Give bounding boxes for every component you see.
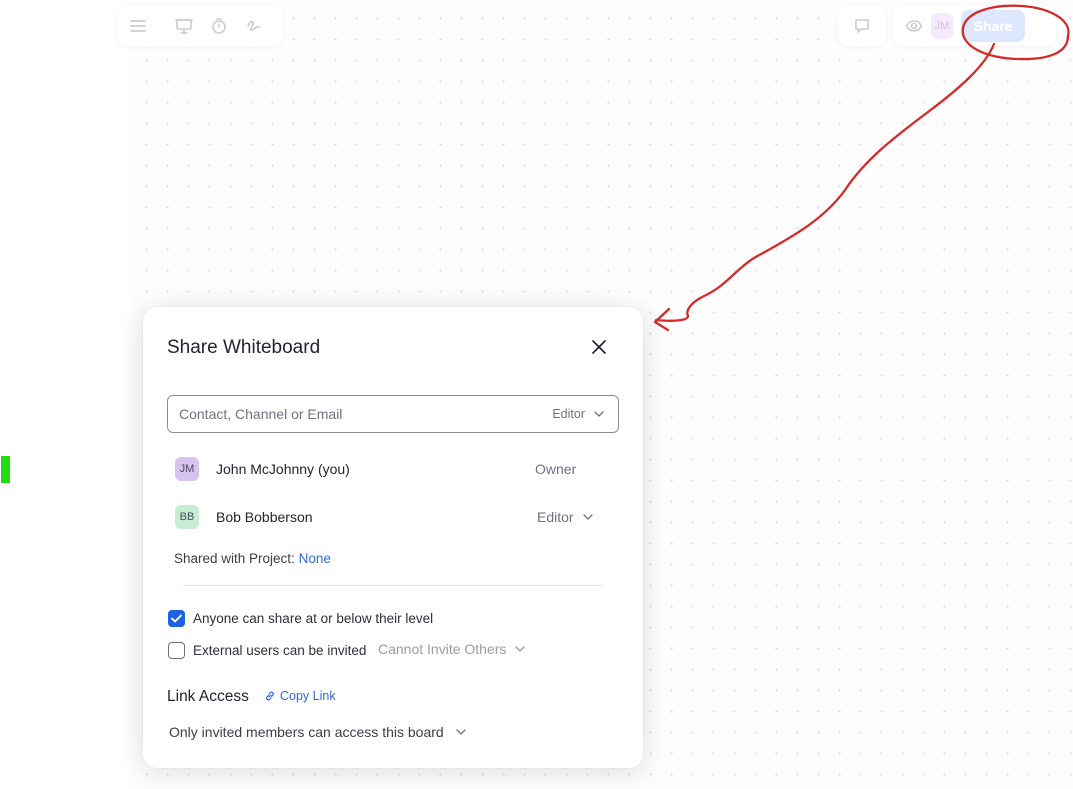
green-marker bbox=[1, 456, 10, 483]
member-role-label: Owner bbox=[535, 461, 577, 477]
timer-icon[interactable] bbox=[208, 15, 230, 37]
divider bbox=[183, 585, 603, 586]
whiteboard-screen: JM Share Share Whiteboard Editor JM John… bbox=[0, 0, 1073, 789]
invite-role-label: Editor bbox=[552, 407, 585, 421]
link-access-select[interactable]: Only invited members can access this boa… bbox=[169, 724, 466, 740]
share-dialog: Share Whiteboard Editor JM John McJohnny… bbox=[143, 307, 643, 768]
member-role-select[interactable]: Editor bbox=[537, 509, 593, 525]
close-button[interactable] bbox=[588, 336, 610, 358]
external-users-checkbox[interactable] bbox=[168, 641, 185, 659]
presentation-icon[interactable] bbox=[173, 15, 195, 37]
external-invite-select[interactable]: Cannot Invite Others bbox=[378, 641, 526, 657]
external-invite-label: Cannot Invite Others bbox=[378, 641, 507, 657]
check-icon bbox=[171, 614, 182, 622]
comment-toolbar bbox=[838, 6, 886, 46]
member-name: Bob Bobberson bbox=[216, 509, 313, 525]
shared-project: Shared with Project: None bbox=[174, 551, 331, 566]
member-name: John McJohnny (you) bbox=[216, 461, 350, 477]
external-users-label: External users can be invited bbox=[193, 642, 367, 658]
avatar: JM bbox=[175, 457, 199, 481]
chevron-down-icon bbox=[515, 646, 526, 652]
eye-icon[interactable] bbox=[903, 15, 925, 37]
share-button[interactable]: Share bbox=[961, 10, 1025, 42]
member-row: BB Bob Bobberson Editor bbox=[175, 505, 605, 529]
user-avatar[interactable]: JM bbox=[931, 13, 953, 39]
invite-input[interactable] bbox=[168, 396, 553, 432]
close-icon bbox=[592, 340, 606, 354]
anyone-share-label: Anyone can share at or below their level bbox=[193, 610, 434, 626]
copy-link-label: Copy Link bbox=[280, 689, 336, 703]
chevron-down-icon bbox=[456, 729, 466, 735]
anyone-share-option: Anyone can share at or below their level bbox=[168, 609, 433, 627]
external-users-option: External users can be invited bbox=[168, 641, 366, 659]
shared-project-link[interactable]: None bbox=[299, 551, 331, 566]
member-role-label: Editor bbox=[537, 509, 574, 525]
invite-field: Editor bbox=[167, 395, 619, 433]
shared-project-label: Shared with Project: bbox=[174, 551, 295, 566]
invite-role-select[interactable]: Editor bbox=[552, 407, 618, 421]
copy-link-button[interactable]: Copy Link bbox=[264, 689, 336, 703]
anyone-share-checkbox[interactable] bbox=[168, 609, 185, 627]
top-left-toolbar bbox=[117, 6, 283, 46]
toolbar-separator bbox=[162, 15, 163, 37]
member-role: Owner bbox=[535, 461, 576, 477]
avatar: BB bbox=[175, 505, 199, 529]
link-access-heading: Link Access bbox=[167, 688, 249, 705]
top-right-toolbar: JM Share bbox=[893, 6, 1056, 46]
dialog-title: Share Whiteboard bbox=[167, 337, 321, 358]
link-icon bbox=[266, 691, 274, 701]
comment-icon[interactable] bbox=[851, 15, 873, 37]
menu-icon[interactable] bbox=[127, 15, 149, 37]
chevron-down-icon bbox=[594, 411, 604, 417]
member-row: JM John McJohnny (you) Owner bbox=[175, 457, 605, 481]
link-access-label: Only invited members can access this boa… bbox=[169, 724, 444, 740]
pen-icon[interactable] bbox=[243, 15, 265, 37]
chevron-down-icon bbox=[582, 514, 593, 520]
